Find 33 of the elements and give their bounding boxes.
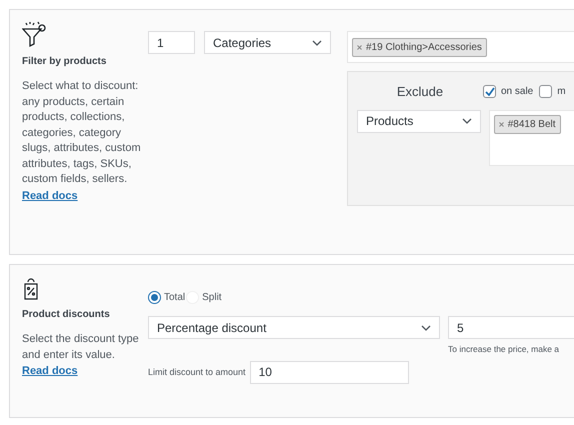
radio-label: Total	[164, 291, 186, 305]
section-description: Select what to discount: any products, certain products, collections, categories, category slugs, attributes, custom attributes, tags, SKUs, custom fields, sellers.	[22, 79, 142, 187]
chevron-down-icon	[312, 40, 322, 46]
chevron-down-icon	[421, 324, 431, 330]
checkbox-label: m	[557, 85, 566, 100]
check-icon	[484, 87, 494, 96]
limit-label: Limit discount to amount	[148, 366, 246, 378]
limit-input[interactable]: 10	[250, 360, 409, 384]
section-title: Filter by products	[22, 55, 108, 69]
select-dropdown[interactable]: Categories	[204, 31, 331, 54]
tag-select-field[interactable]: #8418 Belt	[488, 110, 574, 166]
funnel-icon	[22, 20, 48, 48]
checkbox-label: on sale	[501, 85, 534, 100]
read-docs-link[interactable]: Read docs	[22, 188, 78, 204]
select-dropdown[interactable]: Products	[357, 110, 481, 132]
chevron-down-icon	[462, 118, 472, 124]
checkbox[interactable]	[539, 85, 552, 98]
close-icon[interactable]	[498, 122, 504, 126]
hint-text: To increase the price, make a	[448, 343, 560, 356]
read-docs-link[interactable]: Read docs	[22, 363, 78, 380]
close-icon[interactable]	[357, 44, 362, 50]
selected-tag[interactable]: #8418 Belt	[494, 114, 561, 134]
tag-select-field[interactable]: #19 Clothing>Accessories	[347, 31, 574, 63]
select-dropdown[interactable]: Percentage discount	[148, 316, 440, 339]
discount-value-input[interactable]: 5	[448, 316, 574, 339]
exclude-title: Exclude	[396, 83, 444, 101]
section-title: Product discounts	[22, 308, 111, 322]
radio-button[interactable]	[148, 291, 161, 304]
selected-tag[interactable]: #19 Clothing>Accessories	[352, 38, 487, 56]
section-description: Select the discount type and enter its value.	[22, 332, 140, 362]
checkbox[interactable]	[483, 85, 496, 98]
quantity-input[interactable]: 1	[148, 31, 195, 54]
radio-label: Split	[202, 291, 222, 305]
